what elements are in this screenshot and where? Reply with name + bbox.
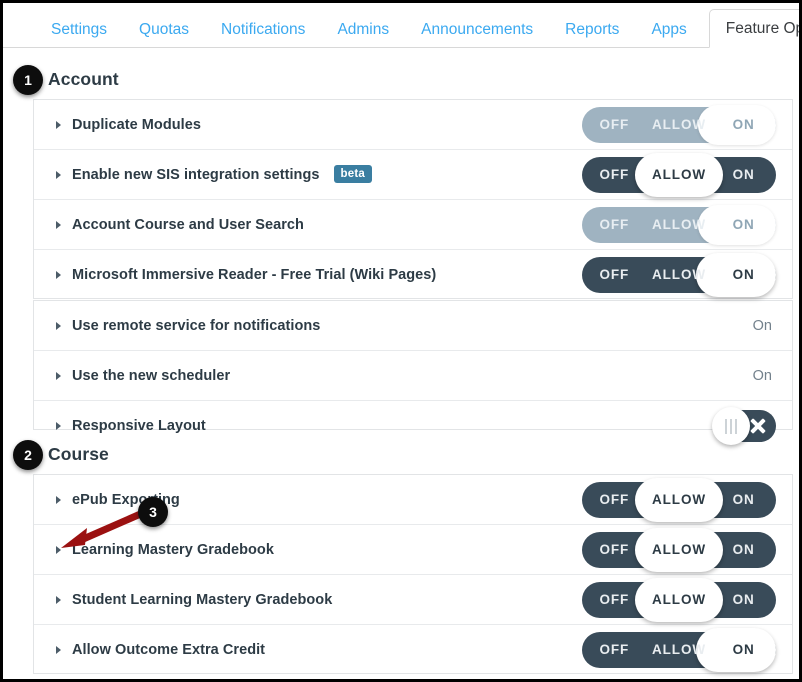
feature-options-screenshot: Settings Quotas Notifications Admins Ann…: [0, 0, 802, 682]
annotation-marker-1: 1: [13, 65, 43, 95]
toggle-segment-off: OFF: [599, 216, 630, 232]
tristate-toggle-sis-integration[interactable]: OFF ALLOW ON: [582, 152, 776, 197]
feature-group-account-toggles: Duplicate Modules OFF ALLOW ON Enable ne…: [33, 99, 793, 299]
toggle-segment-off[interactable]: OFF: [582, 582, 647, 618]
expand-caret-icon[interactable]: [56, 422, 61, 430]
expand-caret-icon[interactable]: [56, 321, 61, 330]
tab-announcements[interactable]: Announcements: [405, 21, 549, 49]
toggle-segment-allow[interactable]: ALLOW: [647, 157, 712, 193]
feature-row-account-course-user-search: Account Course and User Search OFF ALLOW…: [34, 200, 792, 250]
toggle-segment-allow[interactable]: ALLOW: [647, 257, 712, 293]
feature-row-allow-outcome-extra-credit: Allow Outcome Extra Credit OFF ALLOW ON: [34, 625, 792, 675]
feature-row-remote-notifications: Use remote service for notifications On: [34, 301, 792, 351]
expand-caret-icon[interactable]: [56, 120, 61, 129]
feature-title: Use remote service for notifications: [72, 317, 321, 334]
toggle-segment-on[interactable]: ON: [711, 532, 776, 568]
toggle-segment-off[interactable]: OFF: [582, 532, 647, 568]
feature-row-responsive-layout: Responsive Layout: [34, 401, 792, 451]
feature-title: Use the new scheduler: [72, 367, 231, 384]
tab-notifications[interactable]: Notifications: [205, 21, 321, 49]
tristate-toggle-learning-mastery-gradebook[interactable]: OFF ALLOW ON: [582, 527, 776, 572]
tab-admins[interactable]: Admins: [321, 21, 405, 49]
feature-title: Account Course and User Search: [72, 216, 304, 233]
grip-line-icon: [725, 418, 727, 434]
feature-title: Microsoft Immersive Reader - Free Trial …: [72, 267, 437, 283]
feature-title: Allow Outcome Extra Credit: [72, 642, 266, 658]
tristate-toggle-student-learning-mastery-gradebook[interactable]: OFF ALLOW ON: [582, 577, 776, 622]
section-heading-course: Course: [48, 444, 109, 464]
expand-caret-icon[interactable]: [56, 220, 61, 229]
expand-caret-icon[interactable]: [56, 495, 61, 504]
expand-caret-icon[interactable]: [56, 545, 61, 554]
toggle-segment-on[interactable]: ON: [711, 482, 776, 518]
expand-caret-icon[interactable]: [56, 371, 61, 380]
tristate-toggle-immersive-reader[interactable]: OFF ALLOW ON: [582, 253, 776, 297]
feature-title: Learning Mastery Gradebook: [72, 541, 274, 558]
grip-line-icon: [735, 418, 737, 434]
toggle-segment-off: OFF: [599, 116, 630, 132]
expand-caret-icon[interactable]: [56, 170, 61, 179]
feature-group-account-secondary: Use remote service for notifications On …: [33, 300, 793, 445]
toggle-segment-allow: ALLOW: [652, 116, 706, 132]
toggle-segment-on[interactable]: ON: [711, 157, 776, 193]
feature-row-new-scheduler: Use the new scheduler On: [34, 351, 792, 401]
feature-row-sis-integration: Enable new SIS integration settings beta…: [34, 150, 792, 200]
toggle-segment-allow[interactable]: ALLOW: [647, 632, 712, 668]
toggle-segment-on[interactable]: ON: [711, 257, 776, 293]
toggle-segment-allow[interactable]: ALLOW: [647, 532, 712, 568]
tristate-toggle-allow-outcome-extra-credit[interactable]: OFF ALLOW ON: [582, 628, 776, 672]
toggle-segment-on: ON: [732, 116, 755, 132]
toggle-segment-off[interactable]: OFF: [582, 157, 647, 193]
expand-caret-icon[interactable]: [56, 595, 61, 604]
account-settings-tabs: Settings Quotas Notifications Admins Ann…: [3, 3, 799, 48]
toggle-segment-on[interactable]: ON: [711, 632, 776, 668]
toggle-segment-on[interactable]: ON: [711, 582, 776, 618]
feature-row-learning-mastery-gradebook: Learning Mastery Gradebook OFF ALLOW ON: [34, 525, 792, 575]
expand-caret-icon[interactable]: [56, 646, 61, 654]
tab-settings[interactable]: Settings: [35, 21, 123, 49]
grip-line-icon: [730, 418, 732, 434]
feature-title: Responsive Layout: [72, 418, 206, 434]
tab-feature-options[interactable]: Feature Options: [708, 8, 799, 48]
tab-reports[interactable]: Reports: [549, 21, 635, 49]
toggle-segment-off[interactable]: OFF: [582, 632, 647, 668]
section-heading-account: Account: [48, 69, 119, 89]
toggle-segment-allow[interactable]: ALLOW: [647, 482, 712, 518]
toggle-segment-allow[interactable]: ALLOW: [647, 582, 712, 618]
beta-badge: beta: [333, 164, 372, 183]
tristate-toggle-account-course-user-search: OFF ALLOW ON: [582, 204, 776, 245]
tristate-toggle-epub-exporting[interactable]: OFF ALLOW ON: [582, 477, 776, 522]
feature-row-immersive-reader: Microsoft Immersive Reader - Free Trial …: [34, 250, 792, 300]
feature-title: Duplicate Modules: [72, 116, 201, 133]
tab-quotas[interactable]: Quotas: [123, 21, 205, 49]
toggle-responsive-layout[interactable]: [712, 407, 776, 445]
toggle-segment-on: ON: [732, 216, 755, 232]
feature-state-text: On: [752, 317, 772, 334]
tristate-toggle-duplicate-modules: OFF ALLOW ON: [582, 104, 776, 145]
annotation-marker-3: 3: [138, 497, 168, 527]
feature-row-duplicate-modules: Duplicate Modules OFF ALLOW ON: [34, 100, 792, 150]
toggle-segment-allow: ALLOW: [652, 216, 706, 232]
toggle-grip-handle: [712, 407, 750, 445]
tab-apps[interactable]: Apps: [635, 21, 702, 49]
expand-caret-icon[interactable]: [56, 271, 61, 279]
annotation-marker-2: 2: [13, 440, 43, 470]
close-icon: [749, 417, 767, 435]
feature-state-text: On: [752, 367, 772, 384]
toggle-segment-off[interactable]: OFF: [582, 257, 647, 293]
feature-row-student-learning-mastery-gradebook: Student Learning Mastery Gradebook OFF A…: [34, 575, 792, 625]
feature-title: Enable new SIS integration settings: [72, 166, 320, 183]
feature-title: Student Learning Mastery Gradebook: [72, 591, 333, 608]
toggle-segment-off[interactable]: OFF: [582, 482, 647, 518]
